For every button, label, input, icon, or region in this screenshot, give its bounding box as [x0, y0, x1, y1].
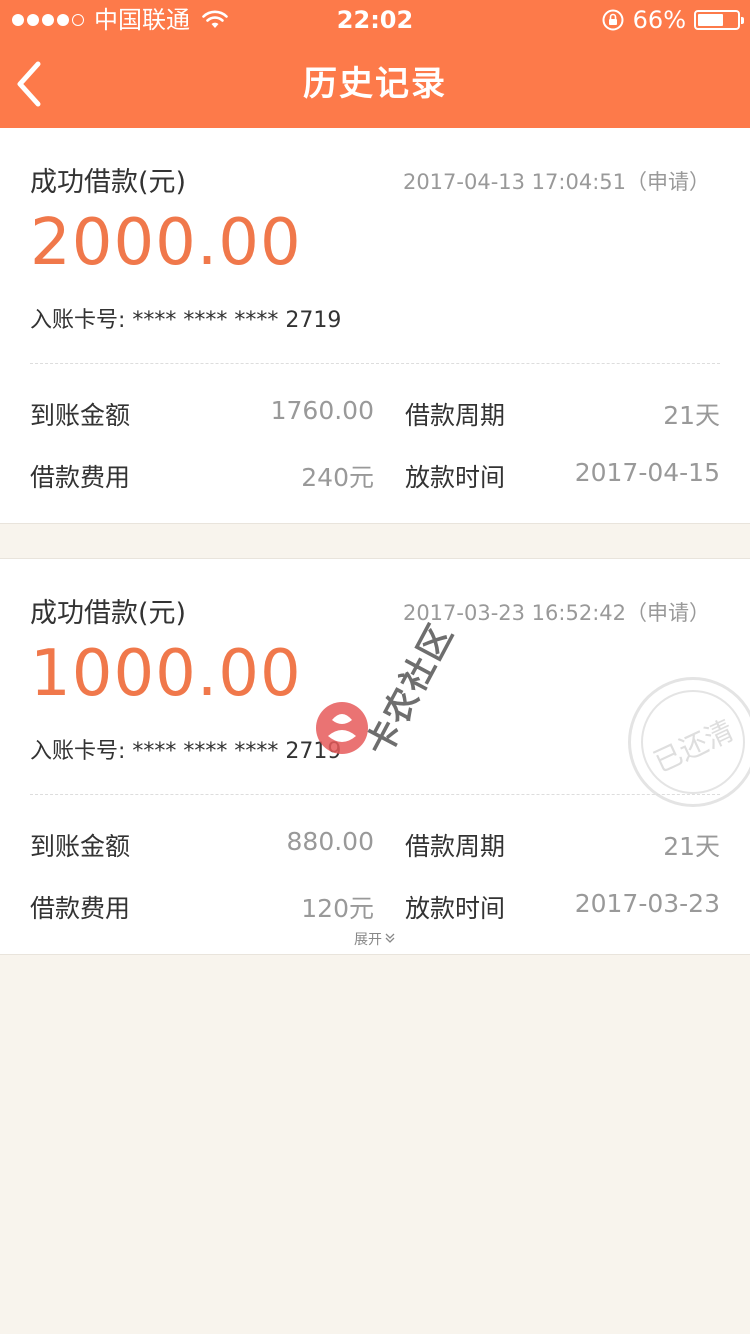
loan-status-title: 成功借款(元)	[30, 598, 187, 629]
loan-fee-value: 240元	[301, 463, 374, 492]
card-number-value: **** **** **** 2719	[132, 739, 342, 764]
nav-bar: 历史记录	[0, 40, 750, 128]
loan-period-value: 21天	[663, 832, 720, 861]
card-number-label: 入账卡号:	[30, 308, 126, 333]
apply-time: 2017-04-13 17:04:51（申请）	[402, 170, 710, 194]
loan-fee-value: 120元	[301, 894, 374, 923]
loan-amount: 2000.00	[30, 206, 302, 280]
expand-label: 展开	[354, 932, 382, 948]
battery-percentage: 66%	[632, 6, 686, 34]
dashed-divider	[30, 363, 720, 364]
battery-icon	[694, 10, 744, 30]
received-amount-label: 到账金额	[30, 832, 131, 861]
dashed-divider	[30, 794, 720, 795]
loan-record-card: 成功借款(元) 2017-04-13 17:04:51（申请） 2000.00 …	[0, 128, 750, 524]
page-title: 历史记录	[303, 64, 447, 104]
status-right: 66%	[601, 6, 744, 34]
status-bar: 中国联通 22:02 66%	[0, 0, 750, 40]
card-number: 入账卡号: **** **** **** 2719	[30, 302, 341, 334]
loan-period-value: 21天	[663, 401, 720, 430]
received-amount-value: 1760.00	[270, 396, 374, 425]
received-amount-label: 到账金额	[30, 401, 131, 430]
disburse-time-label: 放款时间	[405, 894, 506, 923]
card-number: 入账卡号: **** **** **** 2719	[30, 733, 341, 765]
loan-period-label: 借款周期	[405, 401, 506, 430]
disburse-time-value: 2017-03-23	[574, 889, 720, 918]
loan-record-card: 成功借款(元) 2017-03-23 16:52:42（申请） 1000.00 …	[0, 558, 750, 955]
expand-button[interactable]: 展开	[0, 929, 750, 949]
repaid-stamp: 已还清	[628, 677, 750, 807]
loan-status-title: 成功借款(元)	[30, 167, 187, 198]
card-number-label: 入账卡号:	[30, 739, 126, 764]
loan-fee-label: 借款费用	[30, 894, 131, 923]
apply-time: 2017-03-23 16:52:42（申请）	[402, 601, 710, 625]
loan-fee-label: 借款费用	[30, 463, 131, 492]
double-chevron-down-icon	[385, 933, 395, 943]
loan-amount: 1000.00	[30, 637, 302, 711]
rotation-lock-icon	[602, 9, 624, 31]
disburse-time-value: 2017-04-15	[574, 458, 720, 487]
received-amount-value: 880.00	[286, 827, 374, 856]
card-number-value: **** **** **** 2719	[132, 308, 342, 333]
disburse-time-label: 放款时间	[405, 463, 506, 492]
loan-period-label: 借款周期	[405, 832, 506, 861]
